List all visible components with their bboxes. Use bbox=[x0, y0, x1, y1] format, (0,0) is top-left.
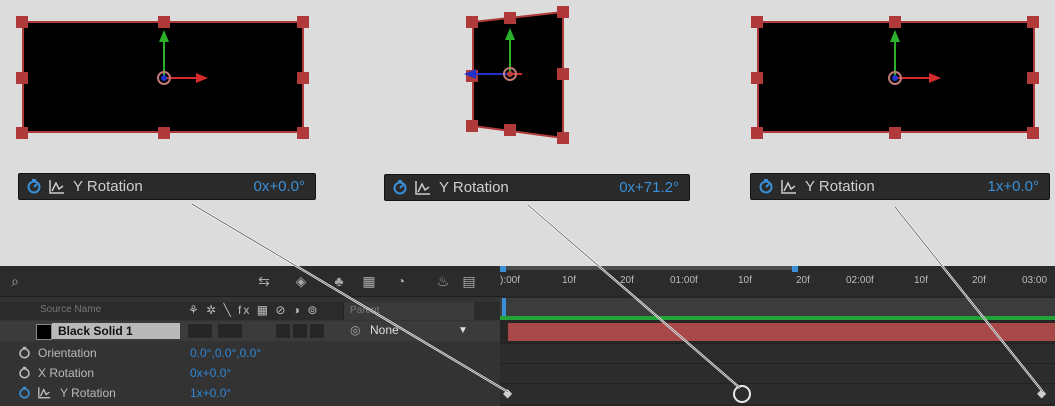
work-area-end[interactable] bbox=[792, 266, 798, 272]
motion-blur-icon[interactable]: ◔ bbox=[392, 272, 410, 290]
rotation-readout-3: Y Rotation 1x+0.0° bbox=[750, 173, 1050, 200]
property-orientation: Orientation 0.0°,0.0°,0.0° bbox=[0, 343, 500, 363]
parent-header[interactable]: Parent bbox=[343, 302, 474, 320]
graph-icon[interactable] bbox=[38, 386, 51, 399]
pickwhip-icon[interactable]: ◎ bbox=[350, 323, 360, 337]
chevron-down-icon[interactable]: ▼ bbox=[458, 325, 468, 336]
layer-name[interactable]: Black Solid 1 bbox=[52, 323, 180, 339]
comp-flowchart-icon[interactable]: ⇆ bbox=[255, 272, 273, 290]
time-ruler[interactable]: ):00f 10f 20f 01:00f 10f 20f 02:00f 10f … bbox=[500, 266, 1055, 296]
property-name: Orientation bbox=[38, 346, 97, 360]
property-value[interactable]: 0x+0.0° bbox=[190, 366, 231, 380]
shy-switch[interactable] bbox=[188, 324, 212, 338]
switches-header: ⚘ ✲ ╲ fx ▦ ⊘ ◑ ⊚ bbox=[188, 303, 320, 317]
ruler-tick: 10f bbox=[562, 275, 576, 286]
preview-1-layer[interactable] bbox=[16, 16, 309, 139]
property-value[interactable]: 1x+0.0° bbox=[190, 386, 231, 400]
property-x-rotation: X Rotation 0x+0.0° bbox=[0, 363, 500, 383]
timeline-panel: ⌕ ⇆ ◈ ♣ ▦ ◔ ♨ ▤ Source Name ⚘ ✲ ╲ fx ▦ ⊘… bbox=[0, 266, 1055, 406]
ruler-tick: 10f bbox=[914, 275, 928, 286]
keyframe-end[interactable]: ◆ bbox=[1037, 386, 1046, 400]
layer-duration-bar[interactable] bbox=[508, 323, 1055, 341]
search-icon[interactable]: ⌕ bbox=[6, 272, 24, 290]
property-name: Y Rotation bbox=[60, 386, 116, 400]
ruler-tick: 03:00 bbox=[1022, 275, 1048, 286]
timeline-toolbar: ⌕ ⇆ ◈ ♣ ▦ ◔ ♨ ▤ bbox=[0, 266, 500, 297]
stopwatch-icon[interactable] bbox=[18, 386, 31, 399]
quality-switch[interactable] bbox=[218, 324, 242, 338]
ruler-tick: 20f bbox=[620, 275, 634, 286]
track-orientation bbox=[500, 343, 1055, 364]
adjustment-switch[interactable] bbox=[293, 324, 307, 338]
ruler-tick: 20f bbox=[796, 275, 810, 286]
track-x-rotation bbox=[500, 363, 1055, 384]
timeline-tracks: ):00f 10f 20f 01:00f 10f 20f 02:00f 10f … bbox=[500, 266, 1055, 406]
stopwatch-icon[interactable] bbox=[758, 178, 774, 194]
3d-layer-switch[interactable] bbox=[310, 324, 324, 338]
current-time-indicator[interactable] bbox=[502, 298, 506, 316]
property-value[interactable]: 0.0°,0.0°,0.0° bbox=[190, 346, 261, 360]
preview-3-layer[interactable] bbox=[751, 16, 1039, 139]
property-label: Y Rotation bbox=[439, 179, 509, 196]
frame-blending-icon[interactable]: ▦ bbox=[360, 272, 378, 290]
stopwatch-icon[interactable] bbox=[18, 366, 31, 379]
rotation-value[interactable]: 1x+0.0° bbox=[988, 178, 1039, 195]
shy-layers-icon[interactable]: ♣ bbox=[330, 272, 348, 290]
graph-editor-icon[interactable]: ▤ bbox=[460, 272, 478, 290]
ruler-tick: 10f bbox=[738, 275, 752, 286]
source-name-header[interactable]: Source Name bbox=[40, 304, 101, 315]
ruler-tick: 01:00f bbox=[670, 275, 698, 286]
ruler-tick: 20f bbox=[972, 275, 986, 286]
draft-3d-icon[interactable]: ◈ bbox=[292, 272, 310, 290]
work-area-track bbox=[500, 298, 1055, 316]
preview-canvas bbox=[16, 6, 1039, 144]
rotation-value[interactable]: 0x+71.2° bbox=[619, 179, 679, 196]
parent-header-label: Parent bbox=[350, 305, 380, 316]
rotation-value[interactable]: 0x+0.0° bbox=[254, 178, 305, 195]
property-y-rotation: Y Rotation 1x+0.0° bbox=[0, 383, 500, 403]
work-area-bar[interactable] bbox=[500, 266, 796, 270]
layer-outline: ⌕ ⇆ ◈ ♣ ▦ ◔ ♨ ▤ Source Name ⚘ ✲ ╲ fx ▦ ⊘… bbox=[0, 266, 500, 406]
parent-select[interactable]: None bbox=[370, 323, 399, 337]
brainstorm-icon[interactable]: ♨ bbox=[434, 272, 452, 290]
preview-2-layer[interactable] bbox=[464, 6, 569, 144]
keyframe-start[interactable]: ◆ bbox=[503, 386, 512, 400]
property-label: Y Rotation bbox=[805, 178, 875, 195]
work-area-start[interactable] bbox=[500, 266, 506, 272]
graph-icon[interactable] bbox=[49, 179, 65, 194]
property-label: Y Rotation bbox=[73, 178, 143, 195]
ruler-tick: ):00f bbox=[500, 275, 521, 286]
layer-color-swatch bbox=[36, 324, 52, 340]
property-name: X Rotation bbox=[38, 366, 95, 380]
stopwatch-icon[interactable] bbox=[26, 178, 42, 194]
rotation-readout-2: Y Rotation 0x+71.2° bbox=[384, 174, 690, 201]
stopwatch-icon[interactable] bbox=[392, 179, 408, 195]
motion-blur-switch[interactable] bbox=[276, 324, 290, 338]
column-header: Source Name ⚘ ✲ ╲ fx ▦ ⊘ ◑ ⊚ Parent bbox=[0, 302, 500, 320]
graph-icon[interactable] bbox=[415, 180, 431, 195]
track-y-rotation: ◆ ◆ bbox=[500, 383, 1055, 404]
layer-row[interactable]: Black Solid 1 ◎ None ▼ bbox=[0, 321, 500, 341]
rotation-readout-1: Y Rotation 0x+0.0° bbox=[18, 173, 316, 200]
graph-icon[interactable] bbox=[781, 179, 797, 194]
comp-previews: Y Rotation 0x+0.0° Y Rotation 0x+71.2° Y… bbox=[0, 0, 1055, 265]
ruler-tick: 02:00f bbox=[846, 275, 874, 286]
keyframe-middle[interactable] bbox=[733, 385, 751, 403]
stopwatch-icon[interactable] bbox=[18, 346, 31, 359]
render-cache-track bbox=[500, 316, 1055, 320]
